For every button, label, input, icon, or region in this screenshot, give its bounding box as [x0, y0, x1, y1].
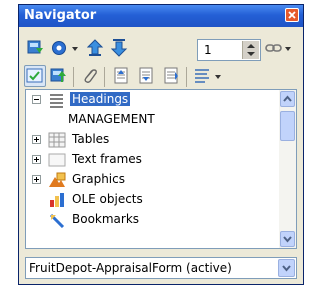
chevron-up-icon — [283, 95, 292, 102]
tree-row-tables[interactable]: Tables — [26, 130, 281, 150]
tree-item-label: Tables — [72, 132, 110, 146]
drag-mode-dropdown-icon[interactable] — [285, 46, 293, 54]
title-bar[interactable]: Navigator — [19, 5, 303, 27]
headings-icon — [50, 94, 63, 108]
tree-item-label: Headings — [70, 92, 131, 106]
promote-chapter-button[interactable] — [110, 65, 132, 87]
tree-row-management[interactable]: MANAGEMENT — [26, 110, 281, 130]
drag-mode-button[interactable] — [263, 37, 283, 59]
bookmark-icon — [49, 213, 65, 228]
heading-levels-icon — [195, 69, 209, 83]
chevron-down-icon — [283, 236, 292, 243]
content-view-icon — [26, 68, 43, 83]
promote-level-icon — [164, 67, 178, 84]
promote-chapter-icon — [114, 67, 128, 84]
document-select-dropdown-button[interactable] — [278, 259, 295, 277]
graphics-icon — [49, 172, 66, 187]
tree-row-headings[interactable]: Headings — [26, 90, 281, 110]
paperclip-icon — [84, 69, 97, 83]
close-button[interactable] — [285, 8, 299, 22]
tree-scrollbar[interactable] — [279, 90, 296, 248]
collapse-icon[interactable] — [32, 95, 41, 104]
heading-levels-button[interactable] — [191, 65, 213, 87]
previous-button[interactable] — [85, 37, 107, 59]
toggle-button[interactable] — [25, 37, 47, 59]
tree-row-ole-objects[interactable]: OLE objects — [26, 190, 281, 210]
close-icon — [288, 11, 296, 19]
toolbar-separator — [104, 67, 105, 87]
document-select[interactable]: FruitDepot-AppraisalForm (active) — [25, 257, 297, 279]
expand-icon[interactable] — [32, 135, 41, 144]
navigation-icon — [52, 41, 66, 55]
toolbar-separator — [73, 67, 74, 87]
tree-item-label: Bookmarks — [72, 212, 140, 226]
tree-item-label: Text frames — [72, 152, 142, 166]
text-frame-icon — [48, 153, 66, 167]
next-icon — [111, 39, 128, 57]
window-title: Navigator — [24, 8, 97, 23]
demote-chapter-button[interactable] — [135, 65, 157, 87]
document-select-value: FruitDepot-AppraisalForm (active) — [29, 261, 232, 275]
attach-button[interactable] — [79, 65, 101, 87]
toggle-icon — [27, 40, 43, 54]
scroll-up-button[interactable] — [280, 91, 295, 107]
page-number-spinbox[interactable]: 1 — [197, 39, 261, 61]
tree-row-text-frames[interactable]: Text frames — [26, 150, 281, 170]
promote-level-button[interactable] — [160, 65, 182, 87]
spin-arrows[interactable] — [242, 41, 259, 59]
navigation-button[interactable] — [49, 37, 71, 59]
table-icon — [48, 132, 66, 148]
heading-levels-dropdown-icon[interactable] — [215, 74, 223, 82]
page-number-value: 1 — [204, 43, 212, 57]
expand-icon[interactable] — [32, 155, 41, 164]
tree-item-label: OLE objects — [72, 192, 143, 206]
demote-chapter-icon — [139, 67, 153, 84]
drag-mode-icon — [265, 44, 282, 52]
content-tree[interactable]: Headings MANAGEMENT Tables Text frames G… — [25, 89, 297, 249]
tree-item-label: MANAGEMENT — [68, 112, 155, 126]
tree-row-bookmarks[interactable]: Bookmarks — [26, 210, 281, 230]
content-view-button[interactable] — [24, 65, 46, 87]
tree-item-label: Graphics — [72, 172, 125, 186]
scroll-down-button[interactable] — [280, 231, 295, 247]
navigator-window: Navigator 1 Headings MANAGEMENT Tables T… — [18, 4, 304, 285]
set-reminder-button[interactable] — [48, 65, 70, 87]
navigation-dropdown-icon[interactable] — [72, 46, 80, 54]
next-button[interactable] — [109, 37, 131, 59]
spin-up-down-icon — [247, 44, 255, 56]
scroll-thumb[interactable] — [280, 111, 295, 141]
toolbar-separator — [186, 67, 187, 87]
chevron-down-icon — [282, 265, 291, 272]
ole-object-icon — [50, 193, 64, 207]
expand-icon[interactable] — [32, 175, 41, 184]
tree-row-graphics[interactable]: Graphics — [26, 170, 281, 190]
previous-icon — [87, 39, 104, 56]
reminder-icon — [50, 68, 66, 82]
